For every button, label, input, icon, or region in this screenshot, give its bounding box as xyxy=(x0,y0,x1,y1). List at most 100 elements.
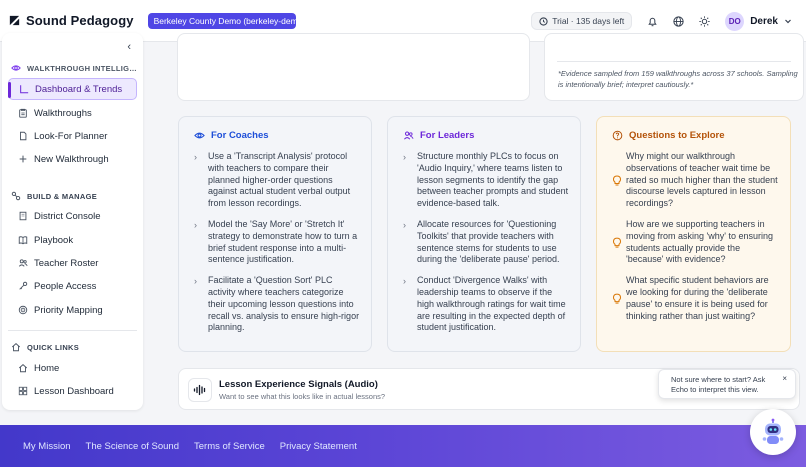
sound-logo-icon xyxy=(9,15,20,26)
chart-icon xyxy=(20,85,29,94)
close-icon[interactable]: × xyxy=(782,374,787,384)
document-icon xyxy=(20,131,27,141)
sidebar-item-label: Walkthroughs xyxy=(34,107,92,119)
key-icon xyxy=(19,281,28,290)
leaders-title: For Leaders xyxy=(420,130,475,141)
audio-wave-icon xyxy=(188,378,212,402)
footer-link-mission[interactable]: My Mission xyxy=(23,441,71,452)
echo-tooltip: Not sure where to start? Ask Echo to int… xyxy=(658,369,796,399)
globe-icon[interactable] xyxy=(672,15,685,28)
grid-icon xyxy=(18,386,28,396)
signals-title: Lesson Experience Signals (Audio) xyxy=(219,379,378,390)
home-icon xyxy=(11,343,21,352)
sidebar-item-walkthroughs[interactable]: Walkthroughs xyxy=(8,102,137,124)
sidebar-item-label: New Walkthrough xyxy=(34,153,109,165)
org-selector[interactable]: Berkeley County Demo (berkeley-demo xyxy=(147,12,296,29)
sidebar-item-lesson-dashboard[interactable]: Lesson Dashboard xyxy=(8,380,137,402)
section-label: QUICK LINKS xyxy=(27,342,80,352)
sidebar-item-label: District Console xyxy=(34,210,101,222)
sidebar-item-label: Priority Mapping xyxy=(34,304,103,316)
summary-card xyxy=(177,33,530,101)
list-item: › Conduct 'Divergence Walks' with leaders… xyxy=(403,275,570,334)
brand[interactable]: Sound Pedagogy xyxy=(8,13,134,28)
question-circle-icon xyxy=(612,130,623,141)
chevron-right-icon: › xyxy=(194,276,197,287)
sidebar-item-playbook[interactable]: Playbook xyxy=(8,229,137,251)
coaches-item-text: Model the 'Say More' or 'Stretch It' str… xyxy=(208,218,358,265)
leaders-heading: For Leaders xyxy=(403,130,570,141)
lightbulb-icon xyxy=(612,293,622,304)
footer-link-privacy[interactable]: Privacy Statement xyxy=(280,441,357,452)
questions-item-text: How are we supporting teachers in moving… xyxy=(626,218,774,265)
questions-card: Questions to Explore Why might our walkt… xyxy=(596,116,791,352)
target-icon xyxy=(18,305,28,315)
footer: My Mission The Science of Sound Terms of… xyxy=(0,425,806,467)
list-item: › Structure monthly PLCs to focus on 'Aud… xyxy=(403,151,570,210)
leaders-item-text: Allocate resources for 'Questioning Tool… xyxy=(417,218,560,265)
sidebar-item-look-for-planner[interactable]: Look-For Planner xyxy=(8,125,137,147)
collapse-sidebar-icon[interactable]: ‹ xyxy=(127,41,131,53)
app-name: Sound Pedagogy xyxy=(26,13,134,28)
sidebar-item-teacher-roster[interactable]: Teacher Roster xyxy=(8,252,137,274)
user-name[interactable]: Derek xyxy=(750,16,778,27)
echo-assistant-button[interactable] xyxy=(750,409,796,455)
questions-item-text: Why might our walkthrough observations o… xyxy=(626,151,778,209)
clock-icon xyxy=(539,16,548,26)
sidebar-item-dashboard[interactable]: Dashboard & Trends xyxy=(8,78,137,100)
chevron-right-icon: › xyxy=(194,152,197,162)
sidebar: ‹ WALKTHROUGH INTELLIG… Dashboard & Tren… xyxy=(2,33,143,410)
chevron-right-icon: › xyxy=(194,219,197,230)
list-item: › Facilitate a 'Question Sort' PLC activi… xyxy=(194,275,361,334)
signals-subtitle: Want to see what this looks like in actu… xyxy=(219,392,386,401)
clipboard-icon xyxy=(19,108,27,118)
section-label: BUILD & MANAGE xyxy=(27,191,98,201)
avatar[interactable]: DO xyxy=(725,11,745,31)
list-item: Why might our walkthrough observations o… xyxy=(612,151,780,210)
sidebar-item-home[interactable]: Home xyxy=(8,357,137,379)
sidebar-item-label: Home xyxy=(34,362,60,374)
sidebar-item-new-walkthrough[interactable]: New Walkthrough xyxy=(8,148,137,170)
sidebar-item-label: Look-For Planner xyxy=(34,130,108,142)
leaders-item-text: Conduct 'Divergence Walks' with leadersh… xyxy=(417,275,566,333)
footer-link-science[interactable]: The Science of Sound xyxy=(86,441,179,452)
list-item: › Use a 'Transcript Analysis' protocol wi… xyxy=(194,151,361,210)
questions-title: Questions to Explore xyxy=(629,130,725,141)
list-item: What specific student behaviors are we l… xyxy=(612,275,780,322)
bell-icon[interactable] xyxy=(646,15,659,28)
sidebar-item-people-access[interactable]: People Access xyxy=(8,275,137,297)
book-icon xyxy=(18,236,28,245)
sidebar-item-label: Lesson Dashboard xyxy=(34,385,114,397)
coaches-item-text: Use a 'Transcript Analysis' protocol wit… xyxy=(208,151,351,209)
questions-item-text: What specific student behaviors are we l… xyxy=(626,275,769,321)
trial-badge[interactable]: Trial · 135 days left xyxy=(531,12,633,30)
footer-link-terms[interactable]: Terms of Service xyxy=(194,441,265,452)
sidebar-divider xyxy=(8,330,137,331)
list-item: › Model the 'Say More' or 'Stretch It' st… xyxy=(194,219,361,266)
card-divider xyxy=(557,61,791,62)
users-icon xyxy=(18,259,28,267)
chevron-right-icon: › xyxy=(403,219,406,230)
evidence-card: *Evidence sampled from 159 walkthroughs … xyxy=(544,33,804,101)
coaches-card: For Coaches › Use a 'Transcript Analysis'… xyxy=(178,116,372,352)
leaders-card: For Leaders › Structure monthly PLCs to f… xyxy=(387,116,581,352)
chevron-right-icon: › xyxy=(403,152,406,162)
list-item: › Allocate resources for 'Questioning Too… xyxy=(403,219,570,266)
eye-icon xyxy=(11,65,21,71)
sidebar-item-district-console[interactable]: District Console xyxy=(8,205,137,227)
sun-icon[interactable] xyxy=(698,15,711,28)
sidebar-item-priority-mapping[interactable]: Priority Mapping xyxy=(8,299,137,321)
trial-text: Trial · 135 days left xyxy=(552,16,625,26)
section-build-manage: BUILD & MANAGE xyxy=(11,191,97,201)
lightbulb-icon xyxy=(612,175,622,186)
robot-icon xyxy=(762,418,784,444)
eye-icon xyxy=(194,132,205,139)
chevron-down-icon[interactable] xyxy=(784,17,792,25)
chevron-right-icon: › xyxy=(403,276,406,287)
section-quick-links: QUICK LINKS xyxy=(11,342,79,352)
wrench-icon xyxy=(11,191,21,201)
questions-heading: Questions to Explore xyxy=(612,130,780,141)
sidebar-item-label: People Access xyxy=(34,280,97,292)
coaches-heading: For Coaches xyxy=(194,130,361,141)
list-item: How are we supporting teachers in moving… xyxy=(612,219,780,266)
coaches-item-text: Facilitate a 'Question Sort' PLC activit… xyxy=(208,275,360,333)
